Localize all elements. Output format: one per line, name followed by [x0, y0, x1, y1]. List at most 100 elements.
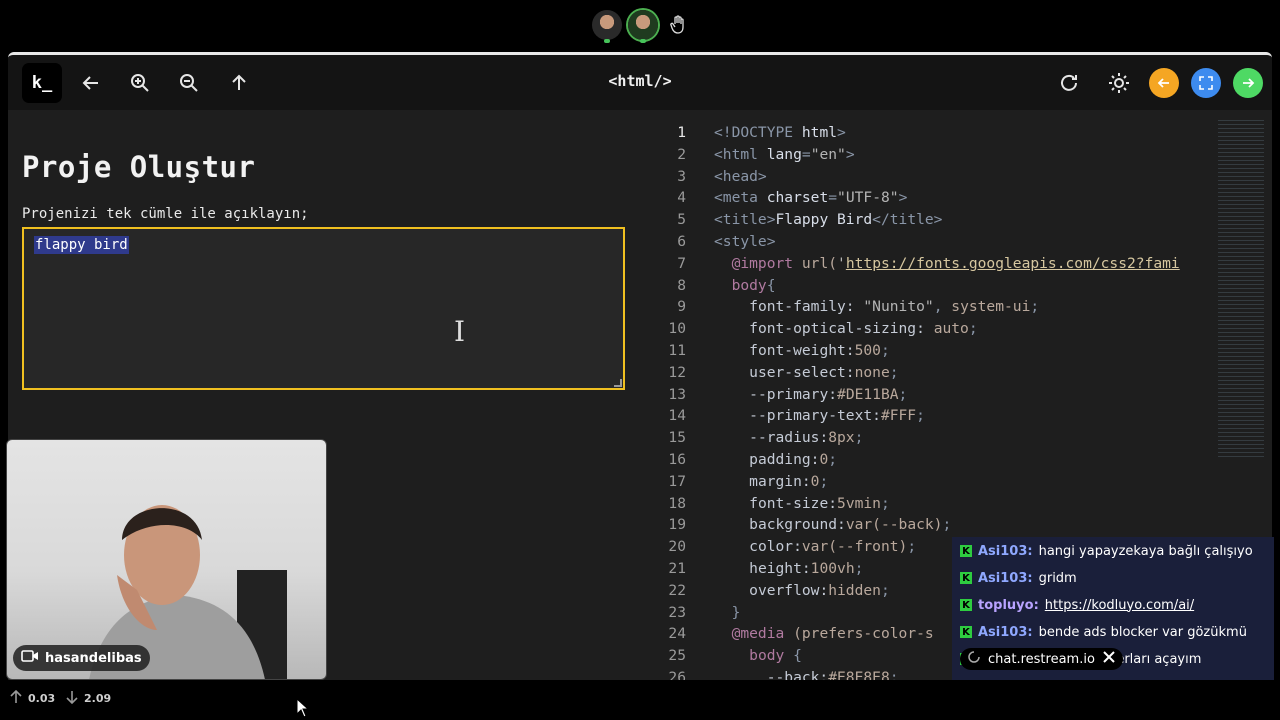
chat-username: topluyo: — [978, 597, 1039, 613]
code-text: overflow:hidden; — [749, 581, 890, 599]
line-number: 14 — [668, 407, 686, 425]
code-text: <!DOCTYPE html> — [714, 124, 846, 141]
code-text: <meta charset="UTF-8"> — [714, 189, 908, 207]
close-icon[interactable] — [1103, 651, 1115, 667]
text-cursor-icon: I — [454, 315, 466, 348]
chat-username: Asi103: — [978, 624, 1033, 640]
line-number: 19 — [668, 516, 686, 534]
line-number: 12 — [668, 363, 686, 381]
toolbar: k_ <html/> — [8, 55, 1272, 110]
right-circle-icon[interactable] — [1233, 68, 1263, 98]
line-number: 9 — [677, 298, 686, 316]
line-number: 24 — [668, 625, 686, 643]
download-value: 2.09 — [84, 692, 112, 705]
participant-avatar-active[interactable] — [628, 10, 658, 43]
chat-message: K Asi103: gridm — [960, 567, 1077, 589]
code-text: font-family: "Nunito", system-ui; — [749, 298, 1040, 316]
refresh-icon[interactable] — [1054, 68, 1084, 98]
chat-username: Asi103: — [978, 570, 1033, 586]
line-number: 15 — [668, 429, 686, 447]
line-number: 8 — [677, 276, 686, 294]
input-value: flappy bird — [34, 236, 129, 254]
code-text: body{ — [731, 276, 776, 294]
screen: k_ <html/> Proje Oluştur Projenizi tek c… — [0, 0, 1280, 720]
minimap[interactable] — [1218, 120, 1264, 460]
kick-icon: K — [960, 599, 972, 611]
mouse-pointer-icon — [296, 698, 310, 718]
project-description-input[interactable]: flappy bird — [22, 227, 625, 390]
line-number: 23 — [668, 603, 686, 621]
zoom-out-icon[interactable] — [174, 68, 204, 98]
kick-icon: K — [960, 545, 972, 557]
camera-icon — [21, 650, 39, 666]
line-number: 10 — [668, 320, 686, 338]
chat-source-pill: chat.restream.io — [960, 648, 1123, 670]
upload-stat: 0.03 — [10, 689, 56, 707]
line-number: 3 — [677, 167, 686, 185]
line-number: 7 — [677, 254, 686, 272]
chat-message: K Asi103: hangi yapayzekaya bağlı çalışıyo — [960, 540, 1253, 562]
zoom-in-icon[interactable] — [125, 68, 155, 98]
chat-text: hangi yapayzekaya bağlı çalışıyo — [1038, 543, 1253, 559]
webcam-name-tag: hasandelibas — [13, 645, 150, 671]
code-text: <title>Flappy Bird</title> — [714, 211, 943, 229]
fullscreen-icon[interactable] — [1191, 68, 1221, 98]
code-text: margin:0; — [749, 472, 829, 490]
line-number: 16 — [668, 451, 686, 468]
code-text: font-size:5vmin; — [749, 494, 890, 512]
spinner-icon — [968, 651, 980, 667]
download-stat: 2.09 — [66, 690, 111, 707]
chat-text: bende ads blocker var gözükmü — [1038, 624, 1247, 640]
line-number: 1 — [677, 124, 686, 141]
code-text: --primary:#DE11BA; — [749, 385, 908, 403]
kick-icon: K — [960, 572, 972, 584]
chat-source-label: chat.restream.io — [988, 651, 1095, 667]
app-logo[interactable]: k_ — [22, 63, 62, 103]
code-text: <head> — [714, 167, 767, 185]
webcam-username: hasandelibas — [45, 650, 142, 666]
download-arrow-icon — [66, 690, 78, 707]
up-arrow-icon[interactable] — [224, 68, 254, 98]
stream-participants — [592, 10, 694, 43]
participant-avatar[interactable] — [592, 10, 622, 43]
line-number: 2 — [677, 145, 686, 163]
code-text: font-weight:500; — [749, 342, 890, 359]
code-text: <html lang="en"> — [714, 145, 855, 163]
line-number: 6 — [677, 233, 686, 250]
line-number: 5 — [677, 211, 686, 229]
line-number: 13 — [668, 385, 686, 403]
line-number: 20 — [668, 538, 686, 556]
chat-message: Ktopluyo: https://kodluyo.com/ai/ — [960, 594, 1194, 616]
line-number: 21 — [668, 560, 686, 577]
line-number: 18 — [668, 494, 686, 512]
chat-username: Asi103: — [978, 543, 1033, 559]
code-text: <style> — [714, 233, 776, 250]
code-text: background:var(--back); — [749, 516, 952, 534]
chat-link[interactable]: https://kodluyo.com/ai/ — [1045, 598, 1194, 613]
back-arrow-icon[interactable] — [76, 68, 106, 98]
code-text: color:var(--front); — [749, 538, 917, 556]
upload-arrow-icon — [10, 689, 22, 707]
left-circle-icon[interactable] — [1149, 68, 1179, 98]
code-text: height:100vh; — [749, 560, 864, 577]
line-number: 11 — [668, 342, 686, 359]
line-number: 22 — [668, 581, 686, 599]
webcam-feed: hasandelibas — [6, 439, 327, 680]
code-text: padding:0; — [749, 451, 838, 468]
line-number: 17 — [668, 472, 686, 490]
code-text: } — [731, 603, 741, 621]
line-number: 4 — [677, 189, 686, 207]
chat-text: gridm — [1038, 570, 1077, 586]
code-text: user-select:none; — [749, 363, 899, 381]
code-text: --radius:8px; — [749, 429, 864, 447]
brightness-icon[interactable] — [1104, 68, 1134, 98]
code-text: --primary-text:#FFF; — [749, 407, 925, 425]
resize-handle[interactable] — [614, 379, 622, 387]
code-text: body { — [749, 647, 802, 665]
form-label: Projenizi tek cümle ile açıklayın; — [22, 206, 309, 222]
raise-hand-icon[interactable] — [664, 10, 694, 40]
line-number: 26 — [668, 669, 686, 680]
form-title: Proje Oluştur — [22, 150, 256, 184]
upload-value: 0.03 — [28, 692, 56, 705]
stats-bar: 0.03 2.09 — [0, 680, 1280, 720]
